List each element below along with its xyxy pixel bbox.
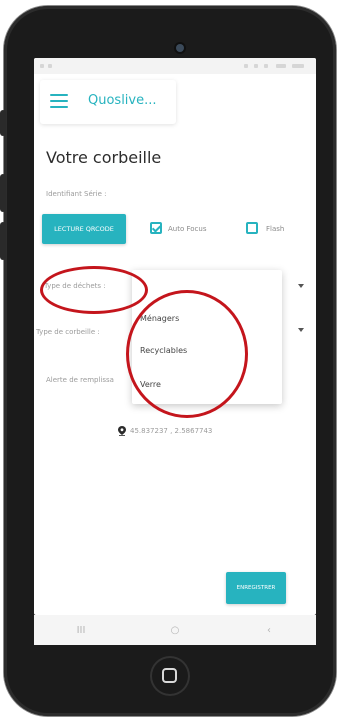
home-nav-icon[interactable]: ○ bbox=[160, 625, 190, 636]
chevron-down-icon[interactable] bbox=[298, 328, 304, 332]
hamburger-menu-icon[interactable] bbox=[50, 94, 68, 108]
autofocus-label: Auto Focus bbox=[168, 225, 207, 233]
annotation-circle-dropdown bbox=[126, 290, 248, 418]
location-row: 45.837237 , 2.5867743 bbox=[118, 426, 212, 436]
flash-label: Flash bbox=[266, 225, 285, 233]
status-icon bbox=[254, 64, 258, 68]
phone-side-button bbox=[0, 110, 6, 136]
page-title: Votre corbeille bbox=[46, 148, 162, 167]
status-icon bbox=[276, 64, 286, 68]
save-button[interactable]: ENREGISTRER bbox=[226, 572, 286, 604]
app-bar-card: Quoslive... bbox=[40, 80, 176, 124]
qrcode-scan-button[interactable]: LECTURE QRCODE bbox=[42, 214, 126, 244]
map-pin-icon bbox=[118, 426, 126, 436]
status-icon bbox=[48, 64, 52, 68]
annotation-circle-waste-type bbox=[40, 266, 148, 314]
fill-alert-label: Alerte de remplissa bbox=[46, 376, 114, 384]
app-title: Quoslive... bbox=[88, 93, 157, 108]
front-camera bbox=[176, 44, 184, 52]
app-bar: Quoslive... bbox=[34, 74, 316, 130]
location-coordinates: 45.837237 , 2.5867743 bbox=[130, 427, 213, 435]
status-icon bbox=[40, 64, 44, 68]
phone-side-button bbox=[0, 222, 6, 260]
status-icon bbox=[292, 64, 304, 68]
recent-apps-icon[interactable]: III bbox=[66, 625, 96, 636]
status-icon bbox=[244, 64, 248, 68]
phone-home-button[interactable] bbox=[150, 656, 190, 696]
autofocus-checkbox[interactable] bbox=[150, 222, 162, 234]
status-bar bbox=[34, 58, 316, 74]
bin-type-label: Type de corbeille : bbox=[36, 328, 100, 336]
back-nav-icon[interactable]: ‹ bbox=[254, 625, 284, 636]
serial-label: Identifiant Série : bbox=[46, 190, 107, 198]
flash-checkbox[interactable] bbox=[246, 222, 258, 234]
chevron-down-icon[interactable] bbox=[298, 284, 304, 288]
phone-side-button bbox=[0, 174, 6, 212]
status-icon bbox=[264, 64, 268, 68]
android-nav-bar: III ○ ‹ bbox=[34, 615, 316, 645]
